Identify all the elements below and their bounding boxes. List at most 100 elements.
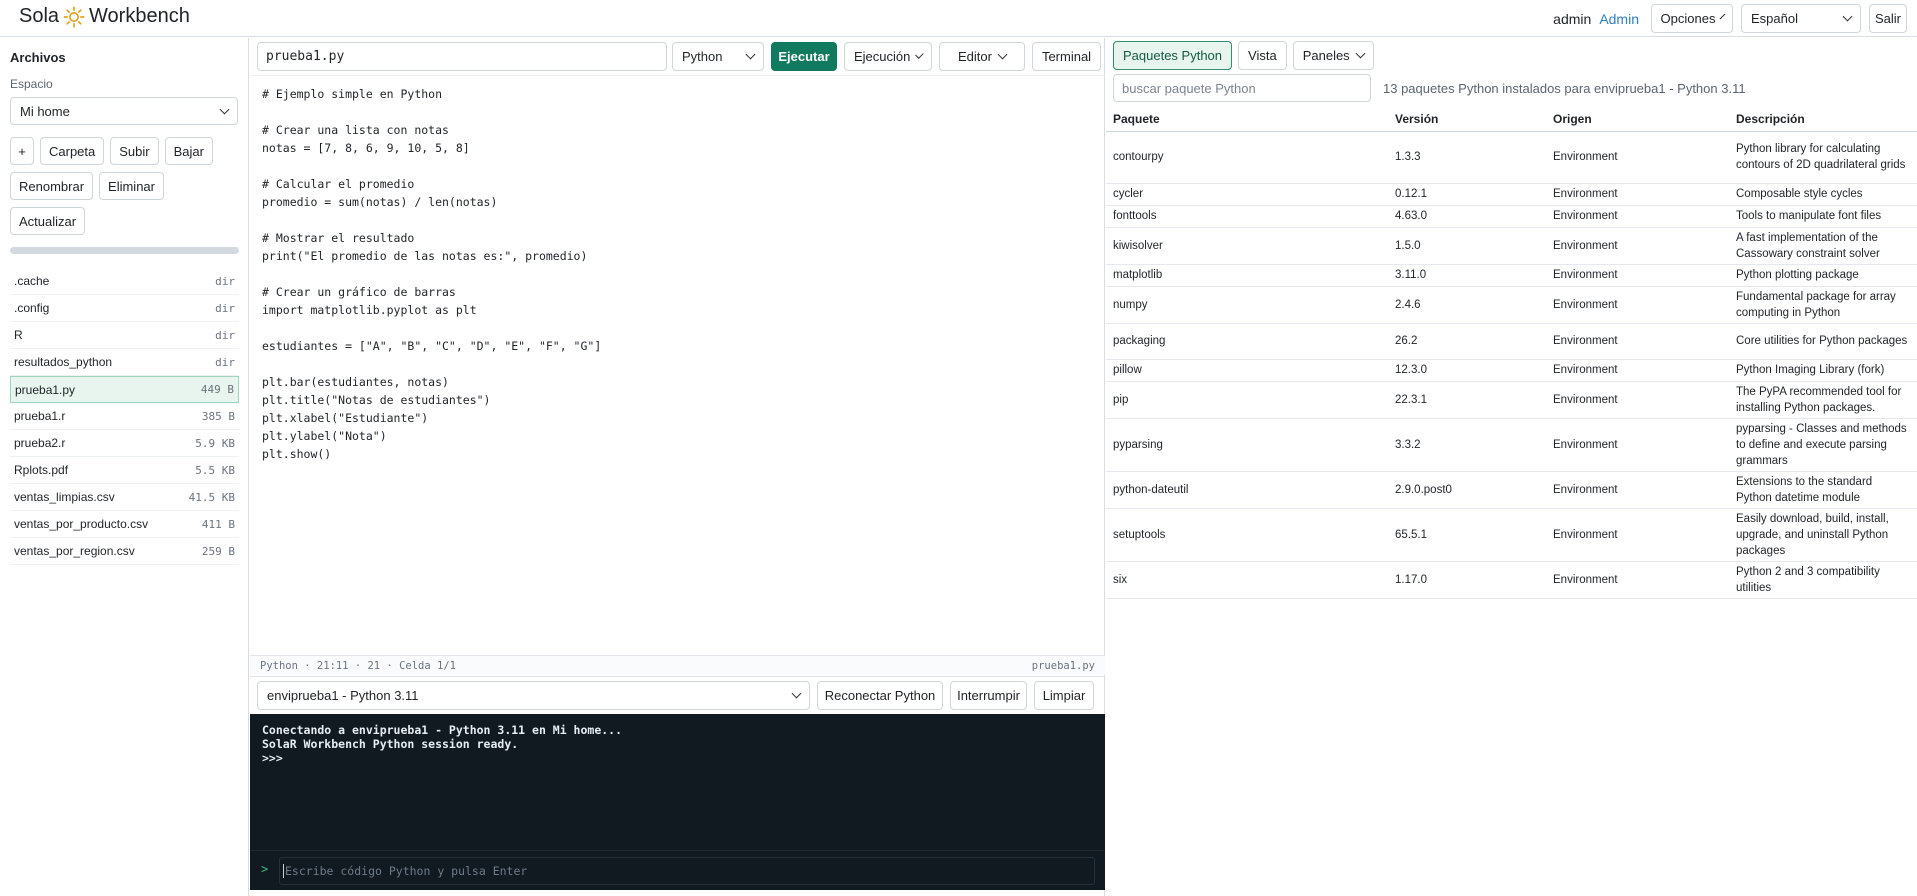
status-filename: prueba1.py <box>1031 659 1095 672</box>
table-row[interactable]: pillow 12.3.0 Environment Python Imaging Li… <box>1106 359 1917 382</box>
tab-view[interactable]: Vista <box>1238 41 1287 70</box>
tab-panels-label: Paneles <box>1302 48 1350 63</box>
table-row[interactable]: pip 22.3.1 Environment The PyPA recommended… <box>1106 381 1917 419</box>
code-line: plt.ylabel("Nota") <box>262 429 387 443</box>
file-list-item[interactable]: ventas_por_producto.csv 411 B <box>10 511 239 538</box>
packages-table: Paquete Versión Origen Descripción conto… <box>1106 107 1917 599</box>
language-mode-value: Python <box>682 49 723 64</box>
package-name-cell: python-dateutil <box>1106 471 1388 509</box>
chevron-down-icon <box>915 50 924 59</box>
language-select[interactable]: Español <box>1741 4 1861 33</box>
table-row[interactable]: numpy 2.4.6 Environment Fundamental package… <box>1106 286 1917 324</box>
logout-button[interactable]: Salir <box>1869 4 1907 33</box>
packages-tabs: Paquetes Python Vista Paneles <box>1113 41 1374 70</box>
column-header-version[interactable]: Versión <box>1388 107 1546 132</box>
table-row[interactable]: matplotlib 3.11.0 Environment Python plotti… <box>1106 264 1917 287</box>
file-meta: dir <box>215 355 235 369</box>
console-input[interactable]: Escribe código Python y pulsa Enter <box>279 857 1095 885</box>
upload-button[interactable]: Subir <box>110 137 159 165</box>
file-meta: 411 B <box>201 517 235 531</box>
package-version-cell: 3.11.0 <box>1388 264 1546 287</box>
package-origin-cell: Environment <box>1546 286 1729 324</box>
file-list-item[interactable]: prueba2.r 5.9 KB <box>10 430 239 457</box>
package-description-cell: Easily download, build, install, upgrade… <box>1729 508 1917 562</box>
filename-input[interactable]: prueba1.py <box>257 42 667 71</box>
admin-link[interactable]: Admin <box>1599 11 1639 27</box>
chevron-down-icon <box>997 49 1008 60</box>
package-version-cell: 1.5.0 <box>1388 227 1546 265</box>
file-name: prueba2.r <box>14 436 66 450</box>
package-origin-cell: Environment <box>1546 508 1729 562</box>
brand-logo[interactable]: Sola Workbench <box>19 5 190 28</box>
file-name: R <box>14 328 23 342</box>
table-row[interactable]: cycler 0.12.1 Environment Composable style … <box>1106 183 1917 206</box>
code-line: plt.show() <box>262 447 332 461</box>
package-version-cell: 12.3.0 <box>1388 359 1546 382</box>
sidebar-title: Archivos <box>10 50 66 65</box>
package-origin-cell: Environment <box>1546 381 1729 419</box>
package-description-cell: A fast implementation of the Cassowary c… <box>1729 227 1917 265</box>
language-mode-select[interactable]: Python <box>672 42 764 71</box>
editor-toolbar: prueba1.py Python Ejecutar Ejecución Edi… <box>257 42 1101 71</box>
new-folder-button[interactable]: Carpeta <box>40 137 105 165</box>
table-row[interactable]: python-dateutil 2.9.0.post0 Environment Ext… <box>1106 471 1917 509</box>
column-header-description[interactable]: Descripción <box>1729 107 1917 132</box>
file-list-item[interactable]: resultados_python dir <box>10 349 239 376</box>
file-list-item[interactable]: ventas_limpias.csv 41.5 KB <box>10 484 239 511</box>
new-file-button[interactable]: + <box>10 137 34 165</box>
code-line: notas = [7, 8, 6, 9, 10, 5, 8] <box>262 141 470 155</box>
file-list-item[interactable]: Rplots.pdf 5.5 KB <box>10 457 239 484</box>
console-input-area: > Escribe código Python y pulsa Enter <box>250 850 1105 890</box>
download-button[interactable]: Bajar <box>164 137 213 165</box>
file-list-item[interactable]: prueba1.py 449 B <box>10 376 239 403</box>
code-editor[interactable]: # Ejemplo simple en Python # Crear una li… <box>250 75 1105 693</box>
package-description-cell: Python library for calculating contours … <box>1729 131 1917 184</box>
table-row[interactable]: fonttools 4.63.0 Environment Tools to manip… <box>1106 205 1917 228</box>
package-count: 13 paquetes Python instalados para envip… <box>1383 81 1746 96</box>
environment-select[interactable]: enviprueba1 - Python 3.11 <box>257 681 810 710</box>
options-menu-button[interactable]: Opciones <box>1651 4 1733 33</box>
run-button[interactable]: Ejecutar <box>771 42 837 71</box>
table-row[interactable]: packaging 26.2 Environment Core utilities f… <box>1106 323 1917 360</box>
brand-name-left: Sola <box>19 5 60 27</box>
editor-menu-button[interactable]: Editor <box>939 42 1025 71</box>
table-row[interactable]: contourpy 1.3.3 Environment Python library … <box>1106 131 1917 184</box>
tab-python-packages[interactable]: Paquetes Python <box>1113 41 1233 70</box>
file-list-item[interactable]: ventas_por_region.csv 259 B <box>10 538 239 565</box>
package-search-input[interactable]: buscar paquete Python <box>1113 74 1371 102</box>
table-row[interactable]: setuptools 65.5.1 Environment Easily downlo… <box>1106 508 1917 562</box>
code-line: estudiantes = ["A", "B", "C", "D", "E", … <box>262 339 602 353</box>
table-row[interactable]: kiwisolver 1.5.0 Environment A fast impleme… <box>1106 227 1917 265</box>
package-description-cell: The PyPA recommended tool for installing… <box>1729 381 1917 419</box>
rename-button[interactable]: Renombrar <box>10 172 94 200</box>
execution-menu-button[interactable]: Ejecución <box>844 42 932 71</box>
delete-button[interactable]: Eliminar <box>99 172 164 200</box>
clear-button[interactable]: Limpiar <box>1034 681 1094 710</box>
file-list-item[interactable]: Rdir <box>10 322 239 349</box>
file-list-item[interactable]: prueba1.r 385 B <box>10 403 239 430</box>
file-meta: 449 B <box>200 383 234 396</box>
interrupt-button[interactable]: Interrumpir <box>950 681 1027 710</box>
column-header-package[interactable]: Paquete <box>1106 107 1388 132</box>
table-row[interactable]: pyparsing 3.3.2 Environment pyparsing - Cla… <box>1106 418 1917 472</box>
package-origin-cell: Environment <box>1546 471 1729 509</box>
space-select[interactable]: Mi home <box>10 97 238 125</box>
reconnect-button[interactable]: Reconectar Python <box>817 681 943 710</box>
tab-panels[interactable]: Paneles <box>1292 41 1374 70</box>
code-line: # Crear un gráfico de barras <box>262 285 456 299</box>
file-meta: 41.5 KB <box>188 490 235 504</box>
packages-table-body: contourpy 1.3.3 Environment Python library … <box>1106 131 1917 599</box>
refresh-button[interactable]: Actualizar <box>10 207 86 235</box>
table-row[interactable]: six 1.17.0 Environment Python 2 and 3 compa… <box>1106 561 1917 599</box>
code-line: # Mostrar el resultado <box>262 231 415 245</box>
file-list-item[interactable]: .config dir <box>10 295 239 322</box>
file-list-item[interactable]: .cache dir <box>10 268 239 295</box>
column-header-origin[interactable]: Origen <box>1546 107 1729 132</box>
file-name: ventas_por_region.csv <box>14 544 135 558</box>
top-right-controls: admin Admin Opciones Español Salir <box>1553 4 1907 33</box>
file-name: .cache <box>14 274 50 288</box>
terminal-button[interactable]: Terminal <box>1032 42 1101 71</box>
storage-progress-bar <box>10 247 239 254</box>
brand-name-right: Workbench <box>89 5 190 27</box>
